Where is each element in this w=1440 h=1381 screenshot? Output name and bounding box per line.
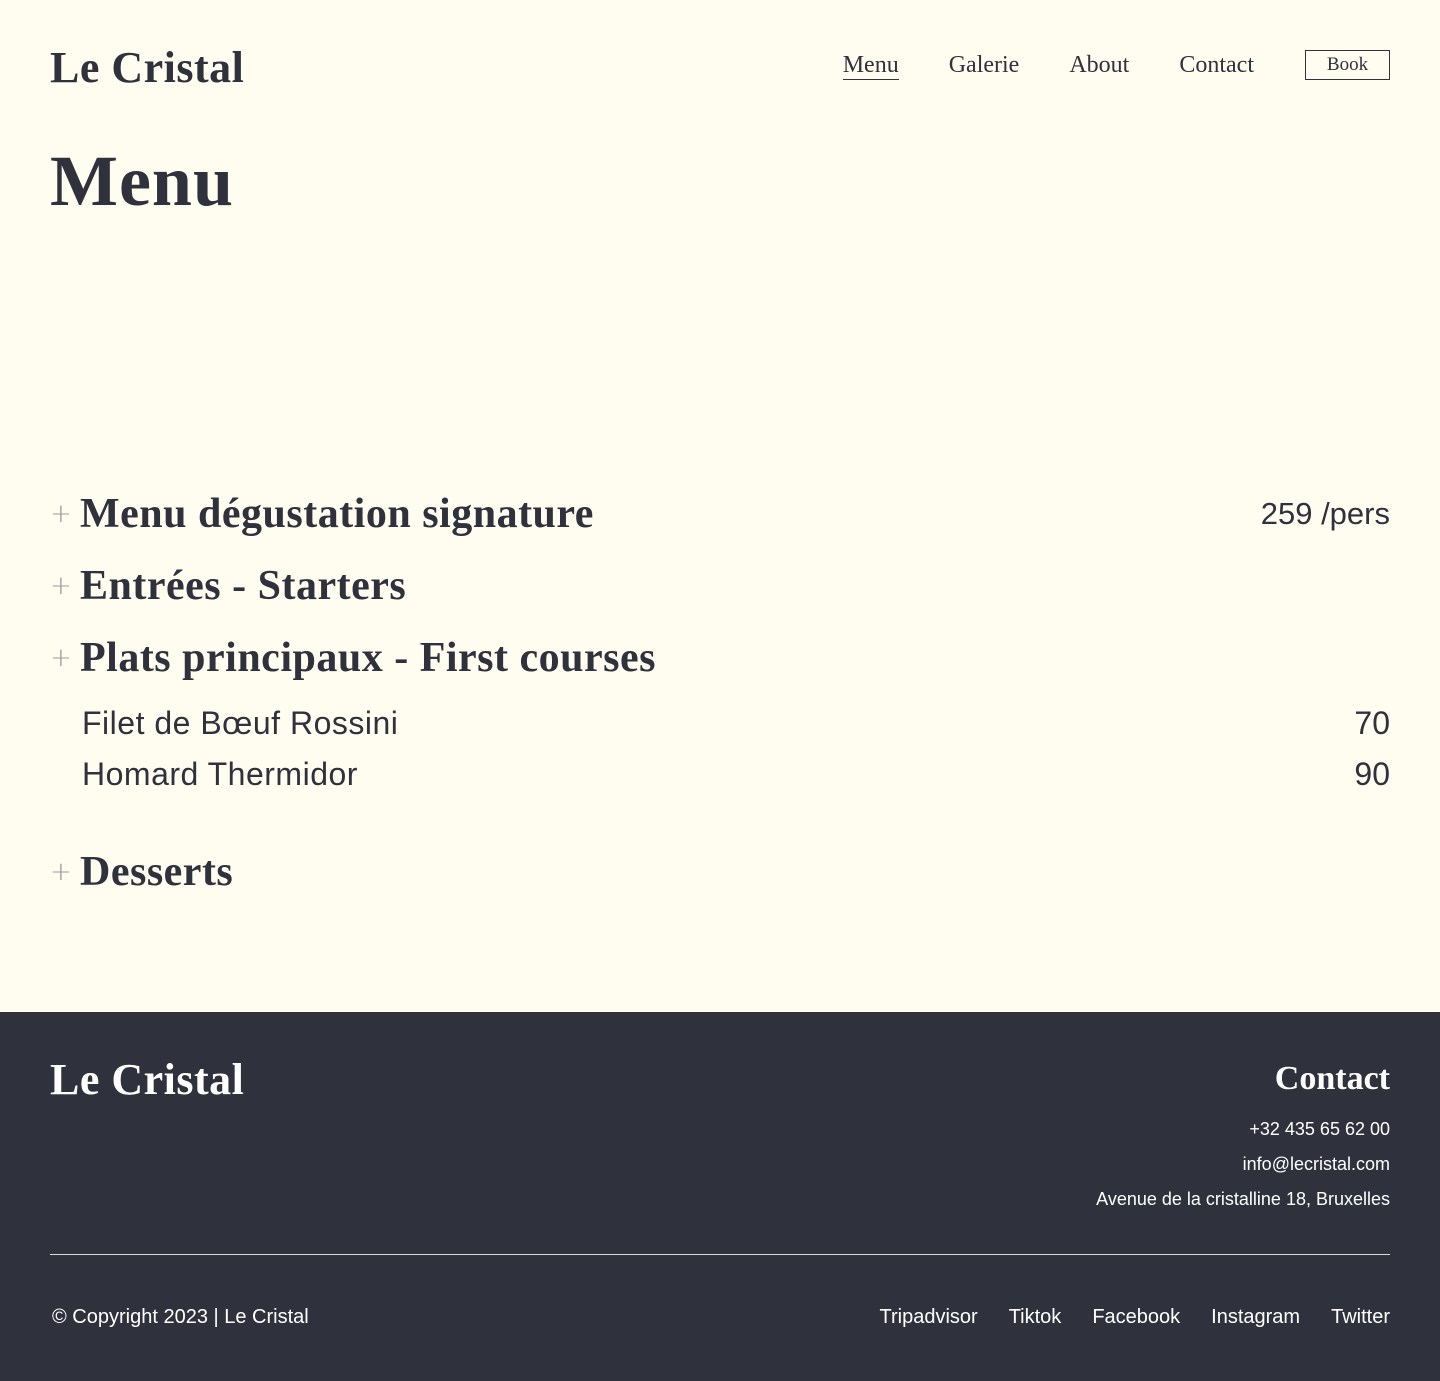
site-header: Le Cristal Menu Galerie About Contact Bo… [0, 0, 1440, 130]
section-price: 259 /pers [1260, 496, 1390, 531]
footer-divider [50, 1254, 1390, 1255]
plus-icon[interactable]: + [50, 573, 80, 599]
menu-sections: + Menu dégustation signature 259 /pers +… [50, 478, 1390, 908]
social-links: Tripadvisor Tiktok Facebook Instagram Tw… [849, 1306, 1390, 1329]
list-item: Filet de Bœuf Rossini 70 [82, 698, 1390, 749]
social-twitter[interactable]: Twitter [1331, 1306, 1390, 1329]
nav-menu[interactable]: Menu [842, 51, 899, 80]
copyright: © Copyright 2023 | Le Cristal [52, 1306, 309, 1328]
main-nav: Menu Galerie About Contact Book [793, 50, 1390, 80]
social-facebook[interactable]: Facebook [1092, 1306, 1180, 1329]
brand-logo[interactable]: Le Cristal [50, 42, 244, 93]
nav-about[interactable]: About [1069, 50, 1129, 80]
nav-galerie[interactable]: Galerie [949, 50, 1020, 80]
plus-icon[interactable]: + [50, 859, 80, 885]
book-button[interactable]: Book [1305, 50, 1390, 80]
footer-contact: Contact +32 435 65 62 00 info@lecristal.… [1096, 1060, 1390, 1217]
item-price: 90 [1354, 756, 1390, 792]
contact-heading: Contact [1274, 1060, 1390, 1097]
list-item: Homard Thermidor 90 [82, 749, 1390, 800]
section-plats[interactable]: + Plats principaux - First courses [50, 622, 1390, 694]
section-title: Desserts [80, 849, 234, 895]
page-title: Menu [50, 141, 234, 221]
contact-address: Avenue de la cristalline 18, Bruxelles [1096, 1189, 1390, 1209]
section-title: Plats principaux - First courses [80, 635, 656, 681]
contact-phone[interactable]: +32 435 65 62 00 [1096, 1112, 1390, 1147]
plus-icon[interactable]: + [50, 501, 80, 527]
social-tiktok[interactable]: Tiktok [1009, 1306, 1062, 1329]
social-instagram[interactable]: Instagram [1211, 1306, 1300, 1329]
section-degustation[interactable]: + Menu dégustation signature 259 /pers [50, 478, 1390, 550]
social-tripadvisor[interactable]: Tripadvisor [880, 1306, 978, 1329]
item-name: Filet de Bœuf Rossini [82, 705, 399, 741]
section-entrees[interactable]: + Entrées - Starters [50, 550, 1390, 622]
nav-contact[interactable]: Contact [1179, 50, 1254, 80]
item-name: Homard Thermidor [82, 756, 358, 792]
contact-email[interactable]: info@lecristal.com [1096, 1147, 1390, 1182]
site-footer: Le Cristal Contact +32 435 65 62 00 info… [0, 1012, 1440, 1381]
section-desserts[interactable]: + Desserts [50, 836, 1390, 908]
section-title: Menu dégustation signature [80, 491, 594, 537]
section-title: Entrées - Starters [80, 563, 407, 609]
section-plats-items: Filet de Bœuf Rossini 70 Homard Thermido… [50, 694, 1390, 836]
footer-brand[interactable]: Le Cristal [50, 1054, 244, 1105]
item-price: 70 [1354, 705, 1390, 741]
plus-icon[interactable]: + [50, 645, 80, 671]
